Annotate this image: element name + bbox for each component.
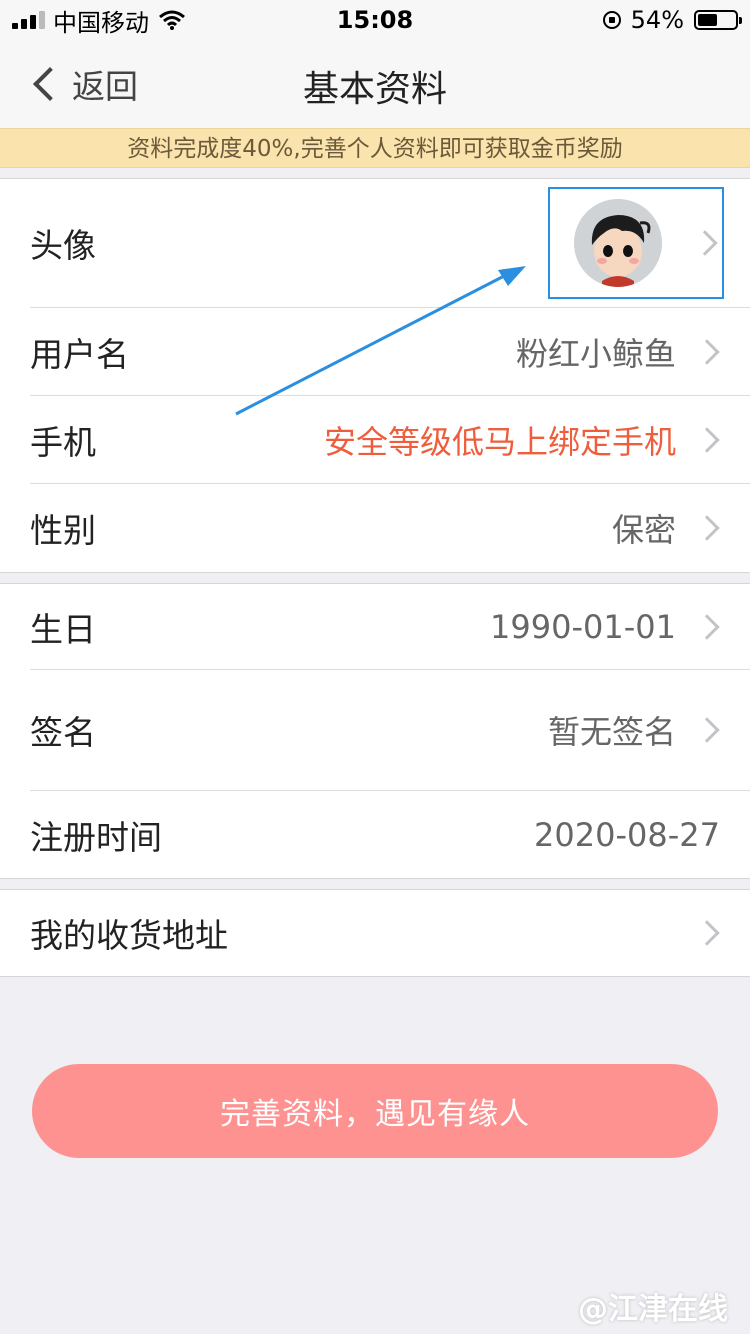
annotation-arrow xyxy=(235,266,526,416)
